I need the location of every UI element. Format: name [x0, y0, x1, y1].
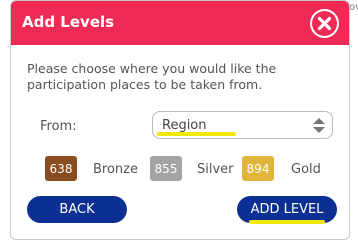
- bronze-label: Bronze: [93, 162, 138, 177]
- background-text: ov: [349, 2, 358, 13]
- gold-label: Gold: [291, 162, 321, 177]
- add-level-label: ADD LEVEL: [250, 202, 324, 217]
- highlight-marker: [249, 220, 325, 224]
- silver-label: Silver: [197, 162, 234, 177]
- dialog-header: Add Levels: [11, 1, 349, 45]
- instructions-text: Please choose where you would like the p…: [27, 61, 277, 92]
- from-select[interactable]: Region: [152, 111, 333, 139]
- from-label: From:: [40, 119, 77, 134]
- add-level-button[interactable]: ADD LEVEL: [237, 196, 337, 224]
- silver-count-badge: 855: [150, 156, 182, 181]
- bronze-count-badge: 638: [45, 156, 77, 181]
- dialog-title: Add Levels: [22, 13, 115, 31]
- gold-count-badge: 894: [242, 156, 274, 181]
- close-icon: [312, 11, 337, 36]
- back-button[interactable]: BACK: [27, 196, 127, 223]
- sort-arrows-icon: [312, 117, 326, 138]
- from-select-value: Region: [162, 118, 207, 133]
- add-levels-dialog: Add Levels Please choose where you would…: [10, 0, 350, 240]
- close-button[interactable]: [310, 9, 339, 38]
